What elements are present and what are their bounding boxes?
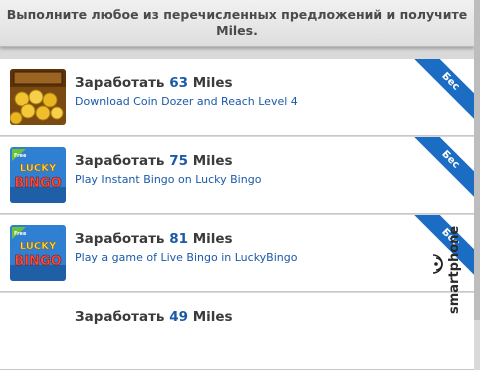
offer-item-instant-bingo[interactable]: Free LUCKY BINGO Заработать 75 Miles Pla… bbox=[0, 137, 474, 214]
lucky-bingo-icon: Free LUCKY BINGO bbox=[10, 225, 66, 281]
offer-prefix: Заработать bbox=[75, 75, 165, 91]
offer-list: Заработать 63 Miles Download Coin Dozer … bbox=[0, 59, 474, 370]
offer-prefix: Заработать bbox=[75, 231, 165, 247]
offer-item-coin-dozer[interactable]: Заработать 63 Miles Download Coin Dozer … bbox=[0, 59, 474, 136]
offer-title: Заработать 63 Miles bbox=[75, 75, 233, 91]
svg-text:LUCKY: LUCKY bbox=[20, 163, 57, 174]
offer-amount: 63 bbox=[169, 75, 188, 91]
offer-item-live-bingo[interactable]: Free LUCKY BINGO Заработать 81 Miles Pla… bbox=[0, 215, 474, 292]
svg-text:BINGO: BINGO bbox=[14, 254, 61, 269]
free-badge: Бес bbox=[408, 59, 474, 124]
offer-title: Заработать 49 Miles bbox=[75, 309, 233, 325]
offer-description: Download Coin Dozer and Reach Level 4 bbox=[75, 95, 298, 108]
offer-description: Play Instant Bingo on Lucky Bingo bbox=[75, 173, 262, 186]
svg-text:BINGO: BINGO bbox=[14, 176, 61, 191]
offer-amount: 81 bbox=[169, 231, 188, 247]
svg-text:LUCKY: LUCKY bbox=[20, 241, 57, 252]
offer-currency: Miles bbox=[192, 75, 233, 91]
free-badge: Бес bbox=[408, 137, 474, 202]
scrollbar[interactable] bbox=[474, 0, 480, 320]
offer-currency: Miles bbox=[192, 231, 233, 247]
svg-text:Free: Free bbox=[14, 153, 27, 159]
offer-title: Заработать 81 Miles bbox=[75, 231, 233, 247]
smartphone-watermark: smartphone bbox=[430, 212, 466, 316]
svg-text:Free: Free bbox=[14, 231, 27, 237]
header-text: Выполните любое из перечисленных предлож… bbox=[6, 7, 468, 38]
offers-header: Выполните любое из перечисленных предлож… bbox=[0, 0, 474, 47]
offer-prefix: Заработать bbox=[75, 309, 165, 325]
offer-currency: Miles bbox=[192, 153, 233, 169]
watermark-text: smartphone bbox=[447, 226, 462, 314]
offer-currency: Miles bbox=[192, 309, 233, 325]
offer-description: Play a game of Live Bingo in LuckyBingo bbox=[75, 251, 298, 264]
offer-prefix: Заработать bbox=[75, 153, 165, 169]
lucky-bingo-icon: Free LUCKY BINGO bbox=[10, 147, 66, 203]
offer-amount: 49 bbox=[169, 309, 188, 325]
offer-item-partial[interactable]: Заработать 49 Miles bbox=[0, 293, 474, 370]
coin-dozer-icon bbox=[10, 69, 66, 125]
offer-amount: 75 bbox=[169, 153, 188, 169]
offer-title: Заработать 75 Miles bbox=[75, 153, 233, 169]
